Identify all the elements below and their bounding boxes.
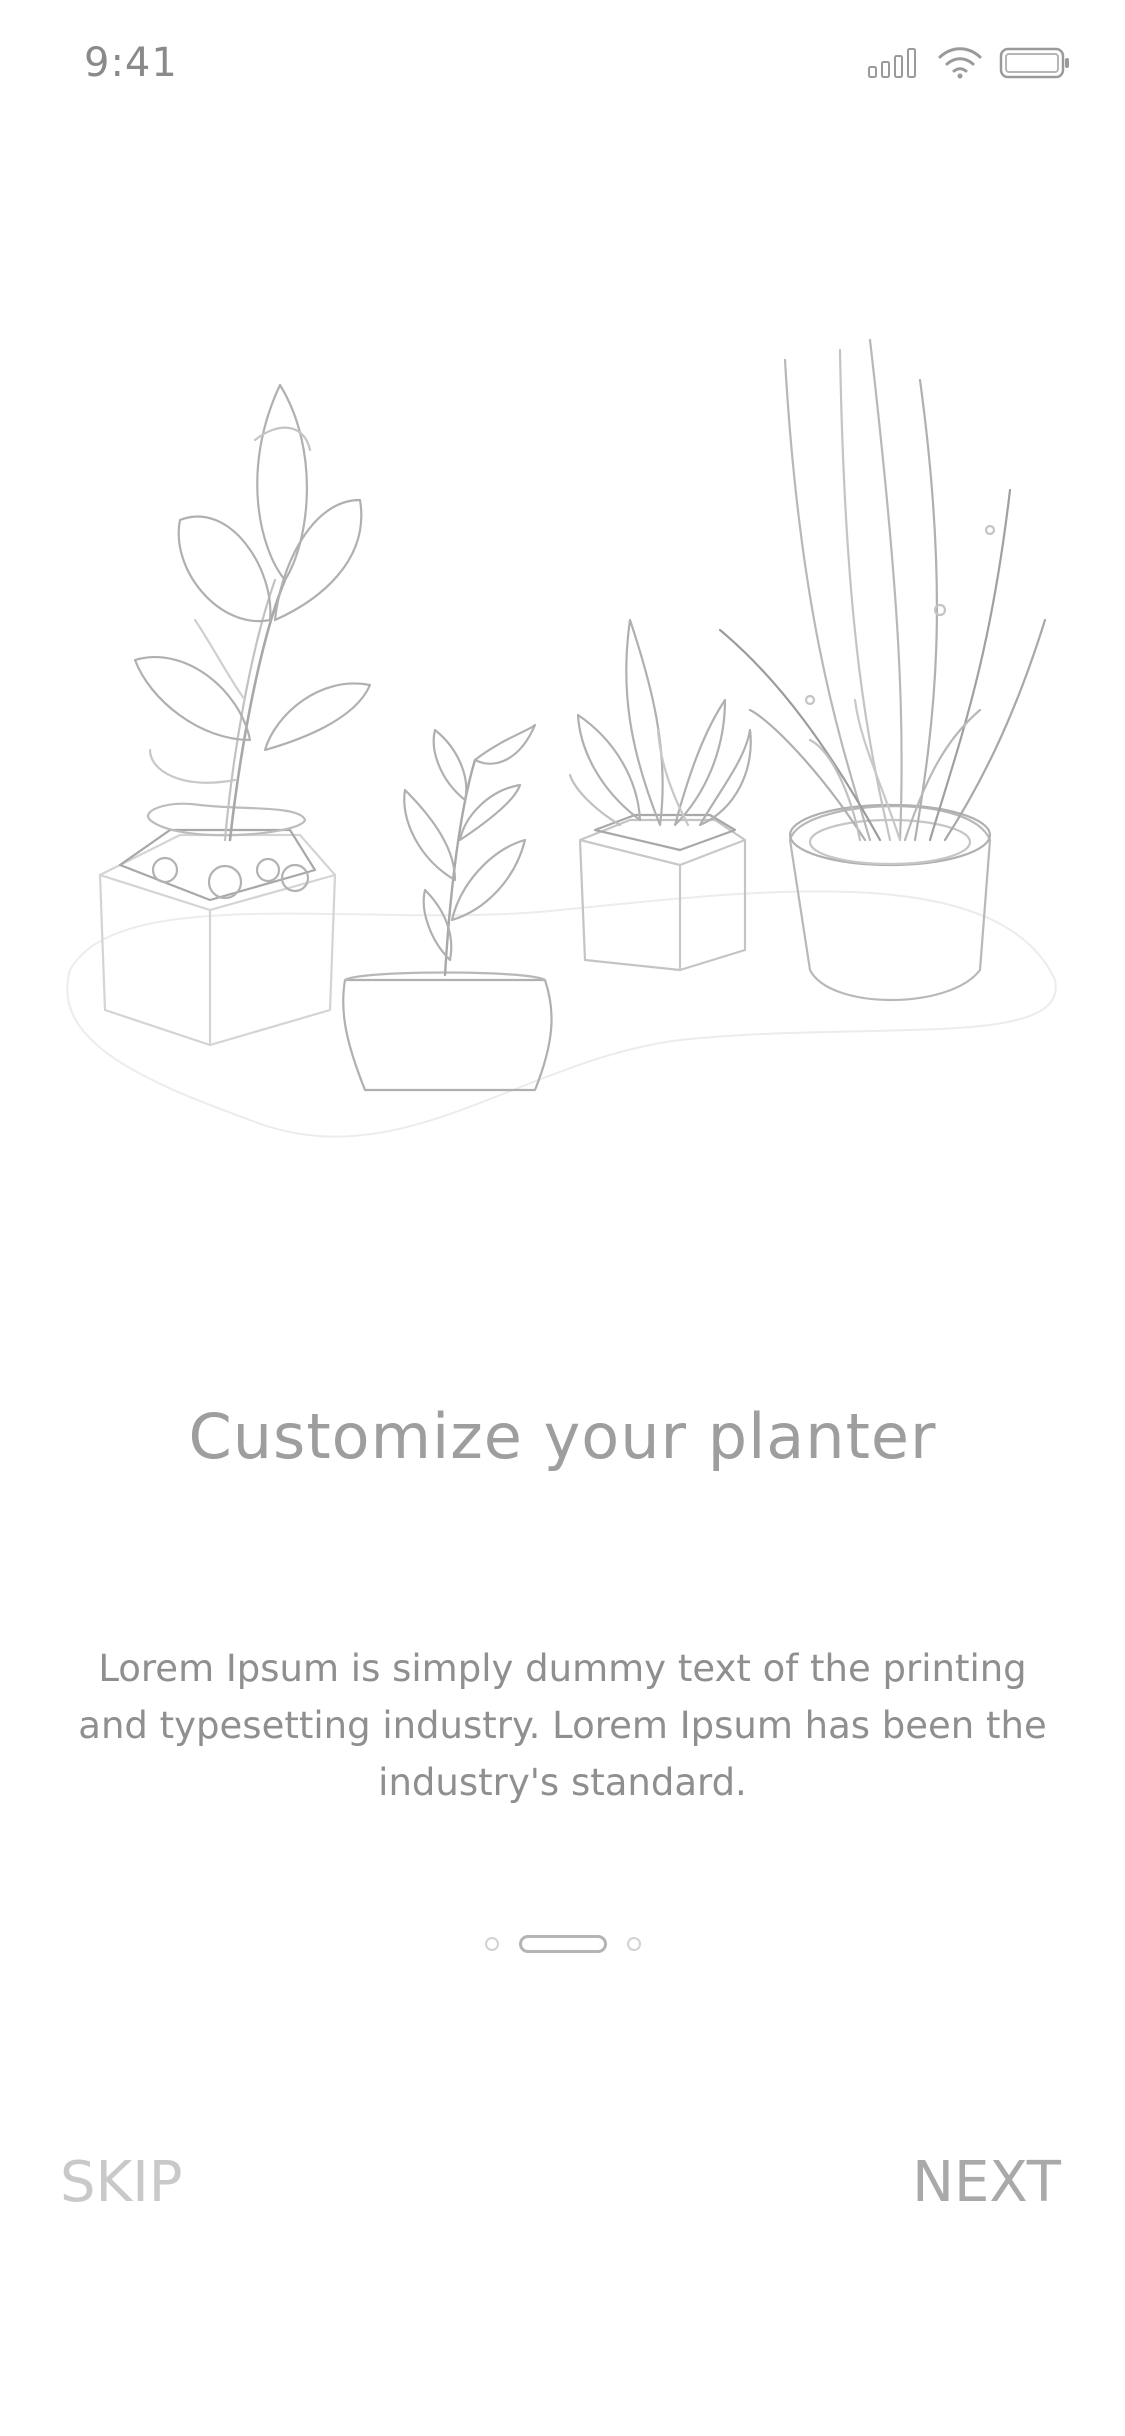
bowl-planter-plant bbox=[342, 723, 553, 1092]
wifi-icon bbox=[938, 47, 982, 79]
page-indicator bbox=[0, 1924, 1125, 1964]
page-title: Customize your planter bbox=[188, 1400, 937, 1473]
page-description: Lorem Ipsum is simply dummy text of the … bbox=[78, 1647, 1047, 1804]
page-dot-1[interactable] bbox=[484, 1937, 499, 1951]
snake-plant-round-pot bbox=[718, 338, 1047, 1001]
skip-button[interactable]: SKIP bbox=[60, 2150, 183, 2215]
cellular-signal-icon bbox=[868, 48, 916, 78]
page-dot-2-active[interactable] bbox=[518, 1935, 607, 1953]
battery-icon bbox=[999, 47, 1069, 79]
potted-plants-illustration bbox=[66, 338, 1057, 1138]
hexagon-planter-plant bbox=[98, 383, 372, 1047]
ground-shadow-shape bbox=[66, 890, 1057, 1138]
succulent-hex-pot bbox=[568, 618, 752, 972]
status-icons bbox=[867, 46, 1071, 80]
page-dot-3[interactable] bbox=[626, 1937, 641, 1951]
status-time: 9:41 bbox=[84, 40, 178, 86]
status-bar: 9:41 bbox=[0, 0, 1125, 140]
next-button[interactable]: NEXT bbox=[912, 2150, 1061, 2215]
